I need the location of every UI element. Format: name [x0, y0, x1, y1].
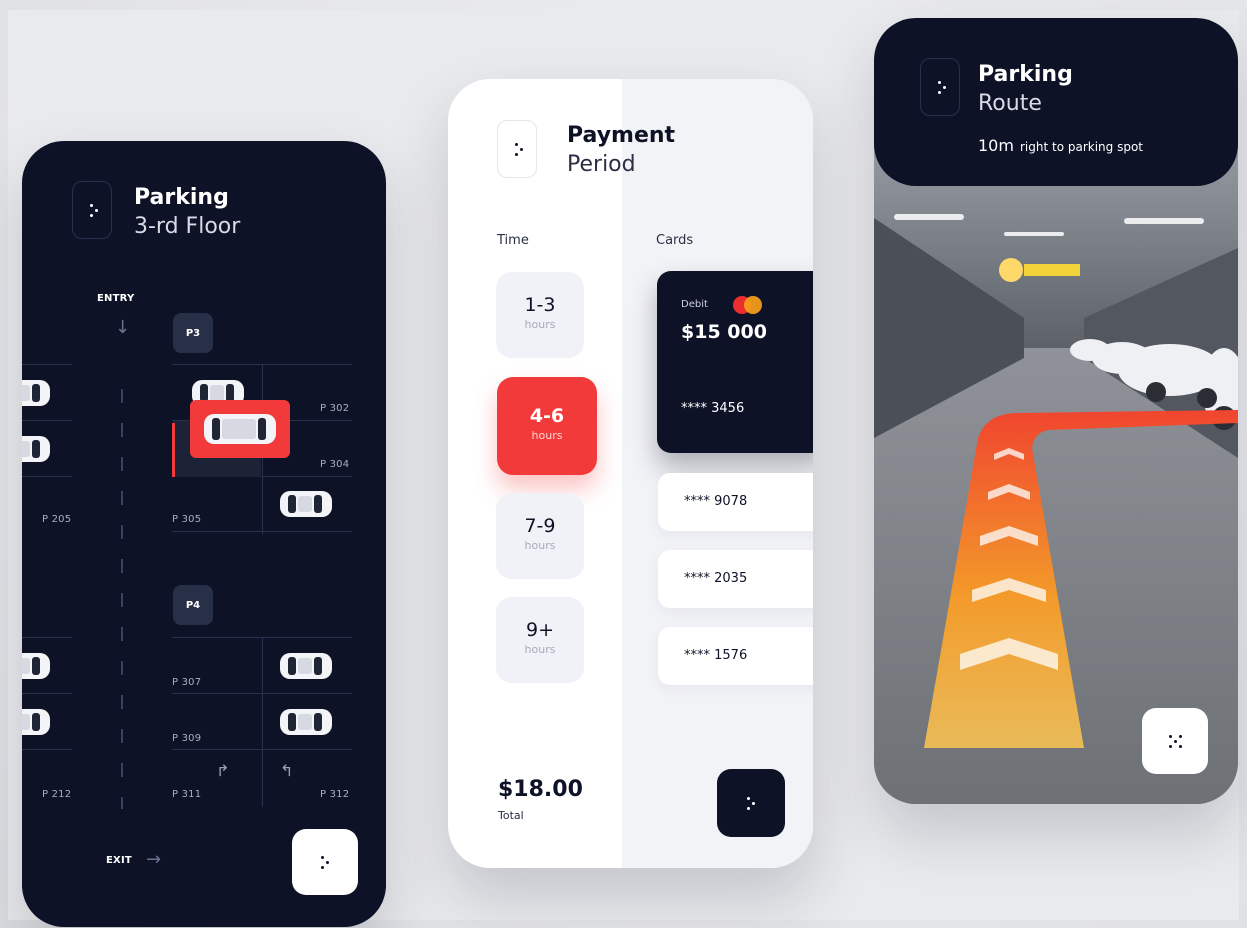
- zone-p3-tag: P3: [173, 313, 213, 353]
- parked-car: [22, 709, 50, 735]
- selected-car-highlight[interactable]: [190, 400, 290, 458]
- selected-car: [204, 414, 276, 444]
- parked-car: [22, 436, 50, 462]
- grid-line: [22, 693, 72, 694]
- route-distance: 10m: [978, 136, 1014, 155]
- fullscreen-button[interactable]: [1142, 708, 1208, 774]
- selected-spot-marker: [172, 423, 175, 477]
- menu-button[interactable]: [497, 120, 537, 178]
- screen-subtitle: Route: [978, 91, 1042, 116]
- pay-button[interactable]: [717, 769, 785, 837]
- parked-car: [22, 380, 50, 406]
- expand-icon: [1142, 708, 1208, 774]
- time-option-1-3[interactable]: 1-3 hours: [496, 272, 584, 358]
- menu-icon: [498, 121, 536, 177]
- card-item[interactable]: **** 2035: [658, 550, 813, 608]
- route-header: Parking Route 10m right to parking spot: [874, 18, 1238, 186]
- spot-label: P 307: [172, 677, 202, 688]
- menu-icon: [921, 59, 959, 115]
- spot-label: P 311: [172, 789, 202, 800]
- grid-line: [22, 364, 72, 365]
- grid-line: [22, 637, 72, 638]
- total-label: Total: [498, 809, 524, 822]
- parked-car: [280, 653, 332, 679]
- exit-label: EXIT: [106, 855, 132, 866]
- spot-label: P 302: [320, 403, 350, 414]
- time-option-4-6-selected[interactable]: 4-6 hours: [497, 377, 597, 475]
- spot-label: P 304: [320, 459, 350, 470]
- card-balance: $15 000: [681, 321, 767, 343]
- lane-divider: [121, 389, 123, 809]
- card-item[interactable]: **** 1576: [658, 627, 813, 685]
- grid-line: [22, 749, 72, 750]
- screen-title: Payment: [567, 123, 676, 148]
- total-amount: $18.00: [498, 777, 583, 802]
- dots-icon: [717, 769, 785, 837]
- parked-car: [280, 491, 332, 517]
- mastercard-icon: [733, 296, 763, 314]
- spot-label: P 205: [42, 514, 72, 525]
- screen-title: Parking: [978, 62, 1073, 87]
- selected-card[interactable]: Debit $15 000 **** 3456: [657, 271, 813, 453]
- entry-label: ENTRY: [97, 293, 135, 304]
- turn-right-icon: ↱: [216, 761, 230, 780]
- payment-screen: Payment Period Time Cards 1-3 hours 4-6 …: [448, 79, 813, 868]
- route-screen: Parking Route 10m right to parking spot: [874, 18, 1238, 804]
- parked-car: [22, 653, 50, 679]
- route-instruction: right to parking spot: [1020, 140, 1144, 154]
- time-section-label: Time: [497, 233, 529, 248]
- screen-title: Parking: [134, 185, 229, 210]
- zone-p4-tag: P4: [173, 585, 213, 625]
- spot-label: P 309: [172, 733, 202, 744]
- arrow-right-icon: →: [146, 849, 162, 870]
- cards-section-label: Cards: [656, 233, 694, 248]
- time-option-7-9[interactable]: 7-9 hours: [496, 493, 584, 579]
- spot-label: P 305: [172, 514, 202, 525]
- menu-button[interactable]: [72, 181, 112, 239]
- grid-line: [262, 637, 263, 807]
- turn-left-icon: ↰: [280, 761, 294, 780]
- card-number: **** 3456: [681, 401, 745, 416]
- parked-car: [280, 709, 332, 735]
- time-option-9-plus[interactable]: 9+ hours: [496, 597, 584, 683]
- grid-line: [22, 476, 72, 477]
- parking-map-screen: Parking 3-rd Floor ENTRY ↓ P3 P4 P 302 P…: [22, 141, 386, 927]
- menu-button[interactable]: [920, 58, 960, 116]
- screen-subtitle: 3-rd Floor: [134, 214, 241, 239]
- spot-label: P 312: [320, 789, 350, 800]
- screen-subtitle: Period: [567, 152, 636, 177]
- card-item[interactable]: **** 9078: [658, 473, 813, 531]
- grid-line: [22, 420, 72, 421]
- navigate-button[interactable]: [292, 829, 358, 895]
- spot-label: P 212: [42, 789, 72, 800]
- arrow-down-icon: ↓: [115, 317, 131, 338]
- card-type: Debit: [681, 299, 708, 310]
- menu-icon: [73, 182, 111, 238]
- dots-icon: [292, 829, 358, 895]
